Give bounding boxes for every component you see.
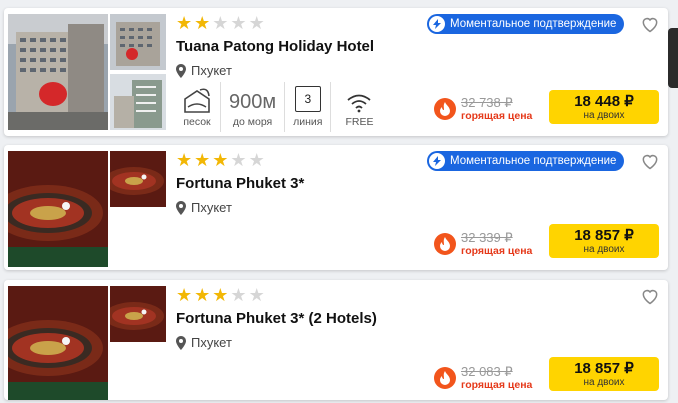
hotel-name[interactable]: Fortuna Phuket 3* (2 Hotels): [176, 310, 377, 327]
badge-label: Моментальное подтверждение: [450, 18, 617, 30]
star-icon: ★: [176, 150, 193, 171]
star-icon: ★: [230, 150, 247, 171]
price-for-two-label: на двоих: [583, 109, 625, 121]
fire-icon: [434, 233, 456, 255]
distance-label: до моря: [232, 116, 273, 128]
hotel-name[interactable]: Fortuna Phuket 3*: [176, 175, 304, 192]
star-icon: ★: [248, 13, 265, 34]
star-rating: ★ ★ ★ ★ ★: [176, 15, 265, 33]
hot-price-label: горящая цена: [461, 245, 533, 257]
wifi-label: FREE: [345, 116, 374, 128]
amenity-distance: 900м до моря: [221, 82, 286, 132]
favorite-heart-icon[interactable]: [640, 286, 660, 306]
star-icon: ★: [212, 285, 229, 306]
location-label: Пхукет: [191, 335, 232, 350]
star-icon: ★: [194, 150, 211, 171]
location-label: Пхукет: [191, 200, 232, 215]
lightning-icon: [429, 153, 445, 169]
fire-icon: [434, 98, 456, 120]
star-icon: ★: [176, 285, 193, 306]
line-number: 3: [294, 86, 321, 112]
star-icon: ★: [194, 285, 211, 306]
star-rating: ★ ★ ★ ★ ★: [176, 287, 265, 305]
hotel-location: Пхукет: [176, 335, 232, 350]
star-icon: ★: [176, 13, 193, 34]
location-pin-icon: [176, 335, 186, 350]
favorite-heart-icon[interactable]: [640, 151, 660, 171]
badge-label: Моментальное подтверждение: [450, 155, 617, 167]
favorite-heart-icon[interactable]: [640, 14, 660, 34]
location-label: Пхукет: [191, 63, 232, 78]
star-icon: ★: [212, 13, 229, 34]
instant-confirmation-badge: Моментальное подтверждение: [427, 151, 625, 171]
line-label: линия: [293, 116, 323, 128]
star-icon: ★: [248, 150, 265, 171]
star-rating: ★ ★ ★ ★ ★: [176, 152, 265, 170]
price-button[interactable]: 18 857 ₽ на двоих: [549, 357, 659, 391]
hot-price-label: горящая цена: [461, 379, 533, 391]
hotel-photo-thumb[interactable]: [110, 286, 166, 342]
sand-beach-icon: [184, 88, 210, 113]
old-price: 32 339 ₽: [461, 230, 513, 245]
instant-confirmation-badge: Моментальное подтверждение: [427, 14, 625, 34]
price-info: 32 738 ₽ горящая цена: [434, 95, 532, 123]
old-price: 32 738 ₽: [461, 95, 513, 110]
price-for-two-label: на двоих: [583, 376, 625, 388]
beach-type-label: песок: [183, 116, 211, 128]
amenity-wifi: FREE: [331, 82, 381, 132]
side-panel-tab[interactable]: [668, 28, 678, 88]
price-value: 18 857 ₽: [574, 226, 634, 244]
location-pin-icon: [176, 200, 186, 215]
hotel-photo-thumb[interactable]: [110, 151, 166, 207]
price-value: 18 857 ₽: [574, 359, 634, 377]
price-info: 32 339 ₽ горящая цена: [434, 230, 532, 258]
location-pin-icon: [176, 63, 186, 78]
amenity-line: 3 линия: [285, 82, 332, 132]
star-icon: ★: [194, 13, 211, 34]
star-icon: ★: [230, 13, 247, 34]
hotel-photo-main[interactable]: [8, 286, 108, 400]
hotel-location: Пхукет: [176, 63, 232, 78]
hot-price-label: горящая цена: [461, 110, 533, 122]
old-price: 32 083 ₽: [461, 364, 513, 379]
hotel-location: Пхукет: [176, 200, 232, 215]
hotel-card[interactable]: ★ ★ ★ ★ ★ Tuana Patong Holiday Hotel Пху…: [4, 8, 668, 136]
hotel-list: ★ ★ ★ ★ ★ Tuana Patong Holiday Hotel Пху…: [0, 0, 678, 403]
hotel-photo-main[interactable]: [8, 14, 108, 130]
amenity-beach: песок: [174, 82, 221, 132]
hotel-name[interactable]: Tuana Patong Holiday Hotel: [176, 38, 374, 55]
hotel-amenities: песок 900м до моря 3 линия FREE: [174, 82, 381, 132]
price-value: 18 448 ₽: [574, 92, 634, 110]
hotel-card[interactable]: ★ ★ ★ ★ ★ Fortuna Phuket 3* Пхукет Момен…: [4, 145, 668, 270]
hotel-card[interactable]: ★ ★ ★ ★ ★ Fortuna Phuket 3* (2 Hotels) П…: [4, 280, 668, 400]
price-button[interactable]: 18 857 ₽ на двоих: [549, 224, 659, 258]
price-info: 32 083 ₽ горящая цена: [434, 364, 532, 392]
price-button[interactable]: 18 448 ₽ на двоих: [549, 90, 659, 124]
star-icon: ★: [248, 285, 265, 306]
fire-icon: [434, 367, 456, 389]
star-icon: ★: [212, 150, 229, 171]
hotel-photo-main[interactable]: [8, 151, 108, 267]
wifi-icon: [347, 94, 372, 113]
price-for-two-label: на двоих: [583, 243, 625, 255]
hotel-photo-thumb[interactable]: [110, 74, 166, 130]
distance-value: 900м: [229, 91, 277, 113]
hotel-photo-thumb[interactable]: [110, 14, 166, 70]
star-icon: ★: [230, 285, 247, 306]
lightning-icon: [429, 16, 445, 32]
